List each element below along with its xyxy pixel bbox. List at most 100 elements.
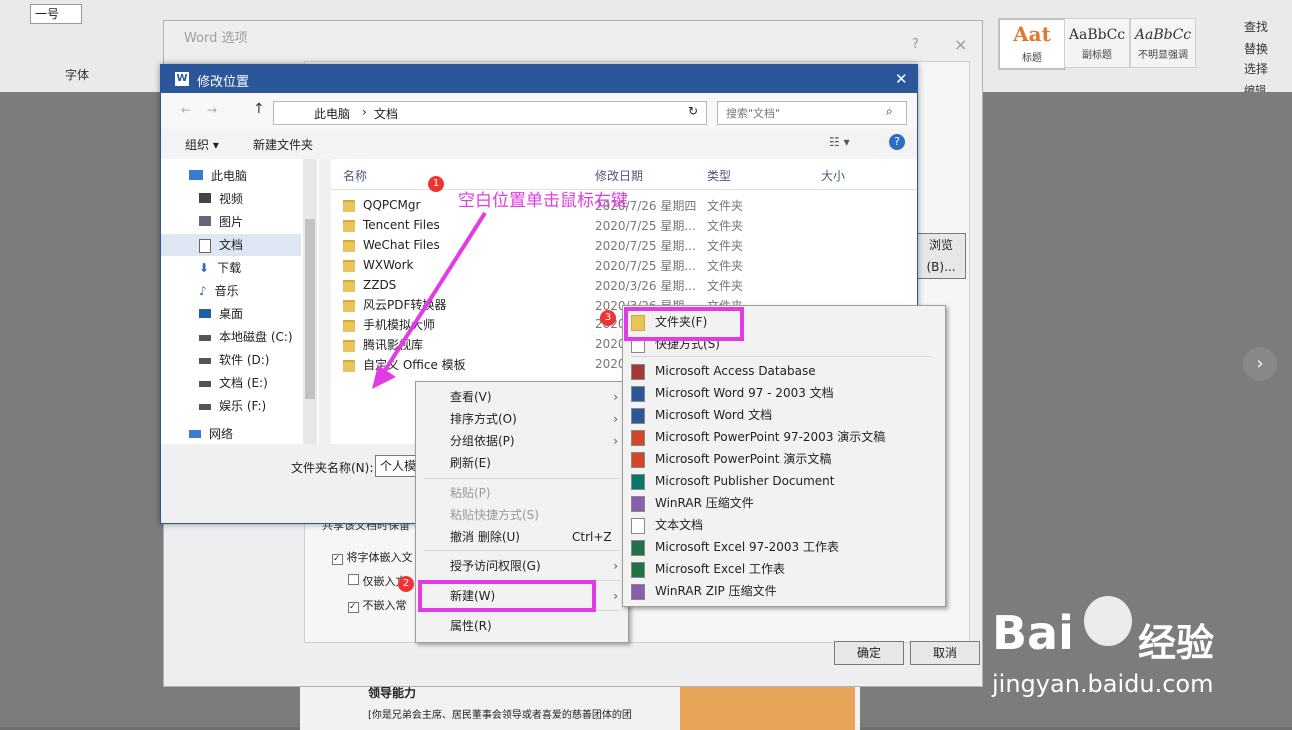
submenu-arrow-icon: ›: [613, 589, 618, 603]
winrar-icon: [631, 496, 645, 512]
folder-icon: [343, 359, 355, 372]
menu-item-sort-by[interactable]: 排序方式(O): [450, 408, 517, 430]
submenu-item-publisher[interactable]: Microsoft Publisher Document: [655, 470, 835, 492]
menu-item-paste-shortcut[interactable]: 粘贴快捷方式(S): [450, 504, 539, 526]
menu-separator: [631, 356, 931, 357]
nav-item-drive-f[interactable]: 娱乐 (F:): [199, 395, 266, 417]
address-bar[interactable]: 此电脑 › 文档 ↻: [273, 101, 707, 125]
help-icon[interactable]: ?: [889, 134, 905, 150]
column-header-name[interactable]: 名称: [343, 167, 367, 184]
back-icon[interactable]: ←: [181, 103, 191, 117]
column-header-type[interactable]: 类型: [707, 167, 731, 184]
file-date: 2020/7/25 星期...: [595, 239, 696, 253]
submenu-item-access[interactable]: Microsoft Access Database: [655, 360, 816, 382]
view-options-icon[interactable]: ☷ ▾: [829, 135, 850, 149]
menu-item-refresh[interactable]: 刷新(E): [450, 452, 491, 474]
menu-separator: [424, 478, 620, 479]
folder-icon: [343, 259, 355, 272]
checkbox-icon: ✓: [348, 602, 359, 613]
navigation-pane: 此电脑 视频 图片 文档 ⬇ 下载 ♪ 音乐 桌面 本地磁盘 (C:) 软件 (D:…: [161, 159, 319, 444]
organize-button[interactable]: 组织 ▾: [185, 136, 219, 153]
menu-item-give-access[interactable]: 授予访问权限(G): [450, 555, 541, 577]
submenu-item-ppt[interactable]: Microsoft PowerPoint 演示文稿: [655, 448, 831, 470]
nav-label: 本地磁盘 (C:): [219, 330, 293, 344]
menu-item-undo-delete[interactable]: 撤消 删除(U): [450, 526, 520, 548]
menu-item-group-by[interactable]: 分组依据(P): [450, 430, 515, 452]
embed-fonts-label: 将字体嵌入文: [346, 551, 413, 564]
submenu-item-winrar[interactable]: WinRAR 压缩文件: [655, 492, 754, 514]
nav-label: 软件 (D:): [219, 353, 270, 367]
word-icon: [631, 386, 645, 402]
no-embed-checkbox[interactable]: ✓ 不嵌入常: [348, 597, 407, 613]
nav-label: 娱乐 (F:): [219, 399, 267, 413]
navigation-bar: ← → ↑ 此电脑 › 文档 ↻ 搜索"文档" ⌕: [161, 93, 917, 129]
submenu-item-excel[interactable]: Microsoft Excel 工作表: [655, 558, 785, 580]
nav-item-drive-c[interactable]: 本地磁盘 (C:): [199, 326, 293, 348]
folder-icon: [343, 299, 355, 312]
new-folder-button[interactable]: 新建文件夹: [253, 136, 313, 153]
menu-item-properties[interactable]: 属性(R): [450, 615, 492, 637]
forward-icon[interactable]: →: [207, 103, 217, 117]
music-icon: ♪: [199, 284, 207, 298]
style-tile-subtle-emphasis[interactable]: AaBbCc 不明显强调: [1130, 18, 1196, 68]
excel-icon: [631, 562, 645, 578]
nav-item-this-pc[interactable]: 此电脑: [189, 165, 247, 187]
refresh-icon[interactable]: ↻: [688, 104, 698, 118]
style-preview: AaBbCc: [1068, 27, 1126, 43]
submenu-arrow-icon: ›: [613, 434, 618, 448]
scroll-thumb[interactable]: [305, 219, 315, 399]
submenu-item-excel-97[interactable]: Microsoft Excel 97-2003 工作表: [655, 536, 839, 558]
search-icon[interactable]: ⌕: [886, 104, 893, 119]
column-header-size[interactable]: 大小: [821, 167, 845, 184]
submenu-item-word[interactable]: Microsoft Word 文档: [655, 404, 772, 426]
submenu-item-word-97[interactable]: Microsoft Word 97 - 2003 文档: [655, 382, 834, 404]
breadcrumb-documents[interactable]: 文档: [374, 105, 398, 122]
text-document-icon: [631, 518, 645, 534]
next-slide-button[interactable]: ›: [1243, 347, 1277, 381]
highlight-new: [418, 580, 596, 612]
submenu-item-ppt-97[interactable]: Microsoft PowerPoint 97-2003 演示文稿: [655, 426, 885, 448]
publisher-icon: [631, 474, 645, 490]
menu-item-paste[interactable]: 粘贴(P): [450, 482, 491, 504]
nav-label: 桌面: [219, 307, 244, 321]
font-size-select[interactable]: 一号: [30, 4, 82, 24]
close-icon[interactable]: ✕: [895, 70, 908, 88]
submenu-item-text[interactable]: 文本文档: [655, 514, 703, 536]
nav-label: 此电脑: [211, 169, 248, 183]
network-icon: [189, 430, 201, 438]
column-header-date[interactable]: 修改日期: [595, 167, 643, 184]
nav-item-pictures[interactable]: 图片: [199, 211, 243, 233]
nav-item-drive-e[interactable]: 文档 (E:): [199, 372, 268, 394]
watermark-brand: Bai: [992, 606, 1074, 660]
nav-item-drive-d[interactable]: 软件 (D:): [199, 349, 269, 371]
style-tile-title[interactable]: Aat 标题: [998, 18, 1066, 70]
nav-item-videos[interactable]: 视频: [199, 188, 243, 210]
submenu-item-winrar-zip[interactable]: WinRAR ZIP 压缩文件: [655, 580, 777, 602]
submenu-arrow-icon: ›: [613, 559, 618, 573]
nav-item-desktop[interactable]: 桌面: [199, 303, 243, 325]
help-icon[interactable]: ?: [912, 37, 919, 52]
nav-item-documents[interactable]: 文档: [161, 234, 301, 256]
replace-button[interactable]: 替换: [1244, 40, 1268, 57]
find-button[interactable]: 查找: [1244, 18, 1268, 35]
search-input[interactable]: 搜索"文档" ⌕: [717, 101, 907, 125]
word-icon: [631, 408, 645, 424]
embed-fonts-checkbox[interactable]: ✓ 将字体嵌入文: [332, 549, 413, 565]
drive-icon: [199, 404, 211, 410]
watermark-url: jingyan.baidu.com: [992, 670, 1214, 698]
no-embed-label: 不嵌入常: [362, 599, 407, 612]
cancel-button[interactable]: 取消: [910, 641, 980, 665]
up-icon[interactable]: ↑: [253, 101, 265, 117]
checkbox-icon: [348, 574, 359, 585]
nav-item-downloads[interactable]: ⬇ 下载: [199, 257, 241, 279]
style-tile-subtitle[interactable]: AaBbCc 副标题: [1064, 18, 1130, 68]
nav-item-network[interactable]: 网络: [189, 423, 233, 445]
nav-scrollbar[interactable]: [303, 159, 317, 444]
breadcrumb-pc[interactable]: 此电脑: [314, 105, 350, 122]
select-button[interactable]: 选择: [1244, 60, 1268, 77]
browse-button[interactable]: 浏览(B)...: [916, 233, 966, 279]
ok-button[interactable]: 确定: [834, 641, 904, 665]
menu-separator: [424, 550, 620, 551]
nav-item-music[interactable]: ♪ 音乐: [199, 280, 239, 302]
close-icon[interactable]: ×: [954, 35, 967, 54]
